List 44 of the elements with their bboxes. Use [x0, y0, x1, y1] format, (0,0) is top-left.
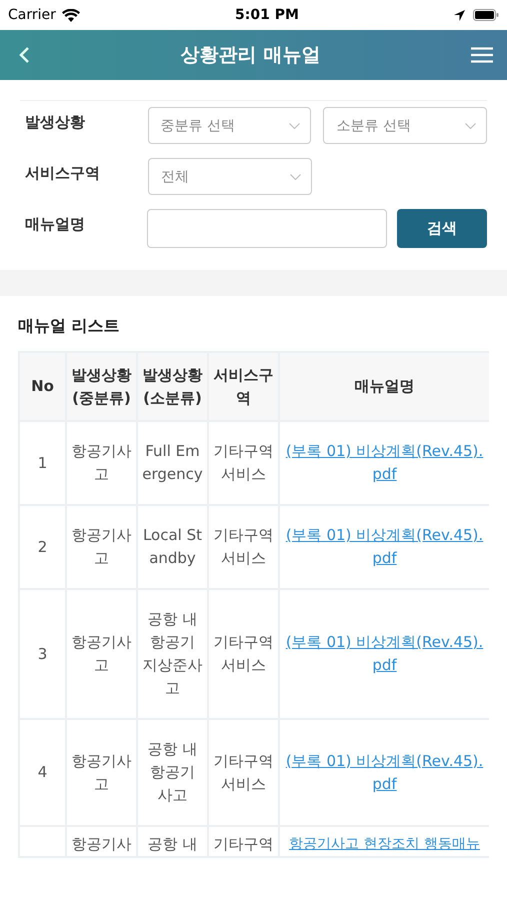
- section-title: 매뉴얼 리스트: [18, 316, 121, 337]
- menu-button[interactable]: [471, 47, 493, 63]
- table-cell: 기타구역 서비스: [214, 442, 274, 483]
- column-header: 서비스구역: [208, 352, 279, 421]
- filter-label: 서비스구역: [24, 163, 101, 183]
- table-cell: 기타구역 서비스: [214, 752, 274, 792]
- input-field[interactable]: [146, 209, 387, 248]
- table-cell: 1: [38, 454, 48, 472]
- chevron-down-icon: [465, 122, 476, 128]
- table-cell: 항공기사고: [72, 752, 132, 792]
- battery-icon: [473, 9, 499, 21]
- table-cell: 항공기사고: [72, 633, 132, 674]
- location-arrow-icon: [454, 10, 465, 20]
- filter-label: 발생상황: [24, 112, 86, 132]
- clock-time: 5:01 PM: [235, 7, 299, 23]
- column-header: 발생상황(소분류): [137, 352, 208, 421]
- column-header: 발생상황(중분류): [66, 352, 137, 421]
- search-button[interactable]: 검색: [396, 209, 487, 248]
- wifi-icon: [62, 8, 80, 22]
- table-cell: 기타구역: [214, 835, 274, 853]
- dropdown-field[interactable]: 소분류 선택: [323, 107, 487, 144]
- table-cell: Local Standby: [142, 526, 202, 567]
- table-cell: 2: [38, 538, 48, 556]
- table-cell: 공항 내: [148, 835, 198, 853]
- table-cell: 공항 내 항공기 지상준사고: [142, 610, 202, 697]
- table-cell: 3: [38, 644, 48, 662]
- dropdown-field[interactable]: 전체: [148, 158, 312, 195]
- table-cell: 항공기사고: [72, 442, 132, 483]
- column-header: 매뉴얼명: [279, 352, 489, 421]
- table-cell: 항공기사: [72, 835, 132, 853]
- table-cell: 항공기사고: [72, 526, 132, 567]
- table-cell: 기타구역 서비스: [214, 526, 274, 567]
- carrier-name: Carrier: [8, 7, 56, 23]
- filter-label: 매뉴얼명: [24, 214, 86, 234]
- column-header: No: [19, 352, 66, 421]
- chevron-down-icon: [289, 122, 300, 128]
- dropdown-field[interactable]: 중분류 선택: [148, 107, 312, 144]
- table-cell: 4: [38, 763, 48, 781]
- page-title: 상황관리 매뉴얼: [180, 43, 320, 68]
- back-button[interactable]: [18, 46, 30, 64]
- table-cell: 공항 내 항공기 사고: [148, 740, 198, 804]
- chevron-down-icon: [290, 174, 301, 180]
- table-cell: 기타구역 서비스: [214, 633, 274, 674]
- table-cell: Full Emergency: [142, 442, 203, 483]
